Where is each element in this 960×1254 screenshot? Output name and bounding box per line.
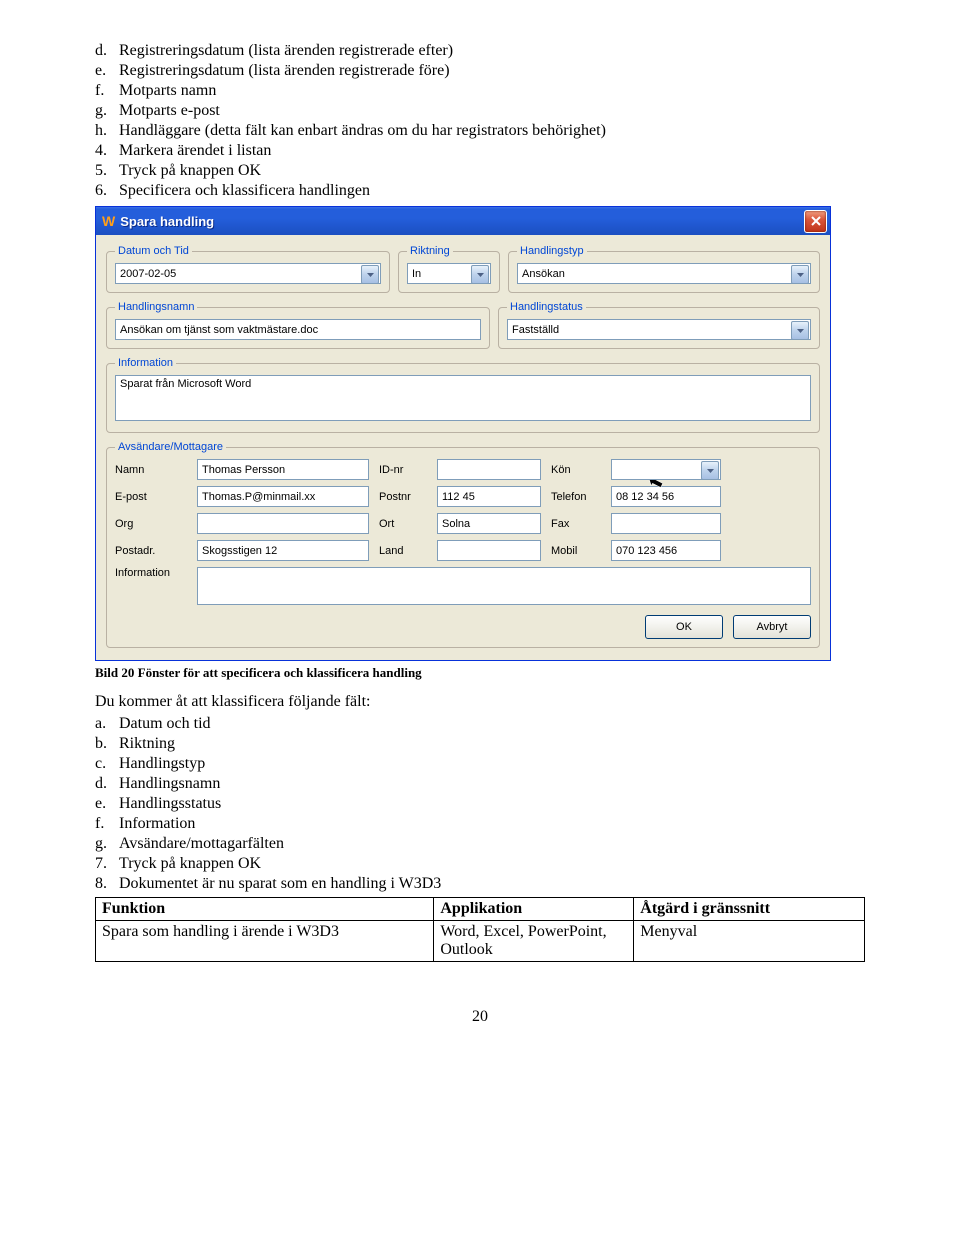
titlebar[interactable]: W Spara handling [96,207,830,235]
spara-handling-dialog: W Spara handling ⬉ Datum och Tid 2007-02… [95,206,831,661]
contact-info-textarea[interactable] [197,567,811,605]
kon-select[interactable] [611,459,721,480]
function-table: Funktion Applikation Åtgärd i gränssnitt… [95,897,865,962]
datum-select[interactable]: 2007-02-05 [115,263,381,284]
paragraph: Du kommer åt att klassificera följande f… [95,693,865,711]
label-telefon: Telefon [551,491,601,503]
id-input[interactable] [437,459,541,480]
fieldset-handlingstyp: Handlingstyp Ansökan [508,245,820,293]
riktning-select[interactable]: In [407,263,491,284]
land-input[interactable] [437,540,541,561]
label-org: Org [115,518,187,530]
postadr-input[interactable] [197,540,369,561]
app-icon: W [102,213,115,229]
handlingsnamn-input[interactable] [115,319,481,340]
fieldset-datum: Datum och Tid 2007-02-05 [106,245,390,293]
label-kon: Kön [551,464,601,476]
fieldset-handlingsstatus: Handlingstatus Fastställd [498,301,820,349]
namn-input[interactable] [197,459,369,480]
chevron-down-icon[interactable] [791,321,809,340]
label-id: ID-nr [379,464,427,476]
label-land: Land [379,545,427,557]
fieldset-avsandare: Avsändare/Mottagare Namn ID-nr Kön E-pos… [106,441,820,648]
figure-caption: Bild 20 Fönster för att specificera och … [95,665,865,681]
fax-input[interactable] [611,513,721,534]
cancel-button[interactable]: Avbryt [733,615,811,639]
postnr-input[interactable] [437,486,541,507]
label-postadr: Postadr. [115,545,187,557]
telefon-input[interactable] [611,486,721,507]
th-atgard: Åtgärd i gränssnitt [634,898,865,921]
chevron-down-icon[interactable] [361,265,379,284]
chevron-down-icon[interactable] [791,265,809,284]
label-namn: Namn [115,464,187,476]
fieldset-information: Information [106,357,820,433]
mobil-input[interactable] [611,540,721,561]
fieldset-handlingsnamn: Handlingsnamn [106,301,490,349]
ort-input[interactable] [437,513,541,534]
label-fax: Fax [551,518,601,530]
handlingsstatus-select[interactable]: Fastställd [507,319,811,340]
label-postnr: Postnr [379,491,427,503]
handlingstyp-select[interactable]: Ansökan [517,263,811,284]
information-textarea[interactable] [115,375,811,421]
label-ort: Ort [379,518,427,530]
ok-button[interactable]: OK [645,615,723,639]
org-input[interactable] [197,513,369,534]
fieldset-riktning: Riktning In [398,245,500,293]
page-number: 20 [95,1008,865,1026]
chevron-down-icon[interactable] [471,265,489,284]
table-row: Spara som handling i ärende i W3D3 Word,… [96,921,865,962]
label-info: Information [115,567,187,579]
chevron-down-icon[interactable] [701,461,719,480]
th-applikation: Applikation [434,898,634,921]
th-funktion: Funktion [96,898,434,921]
list-bottom: a.Datum och tid b.Riktning c.Handlingsty… [95,715,865,893]
label-epost: E-post [115,491,187,503]
list-top: d.Registreringsdatum (lista ärenden regi… [95,42,865,200]
close-button[interactable] [804,210,827,233]
label-mobil: Mobil [551,545,601,557]
window-title: Spara handling [120,214,804,229]
epost-input[interactable] [197,486,369,507]
